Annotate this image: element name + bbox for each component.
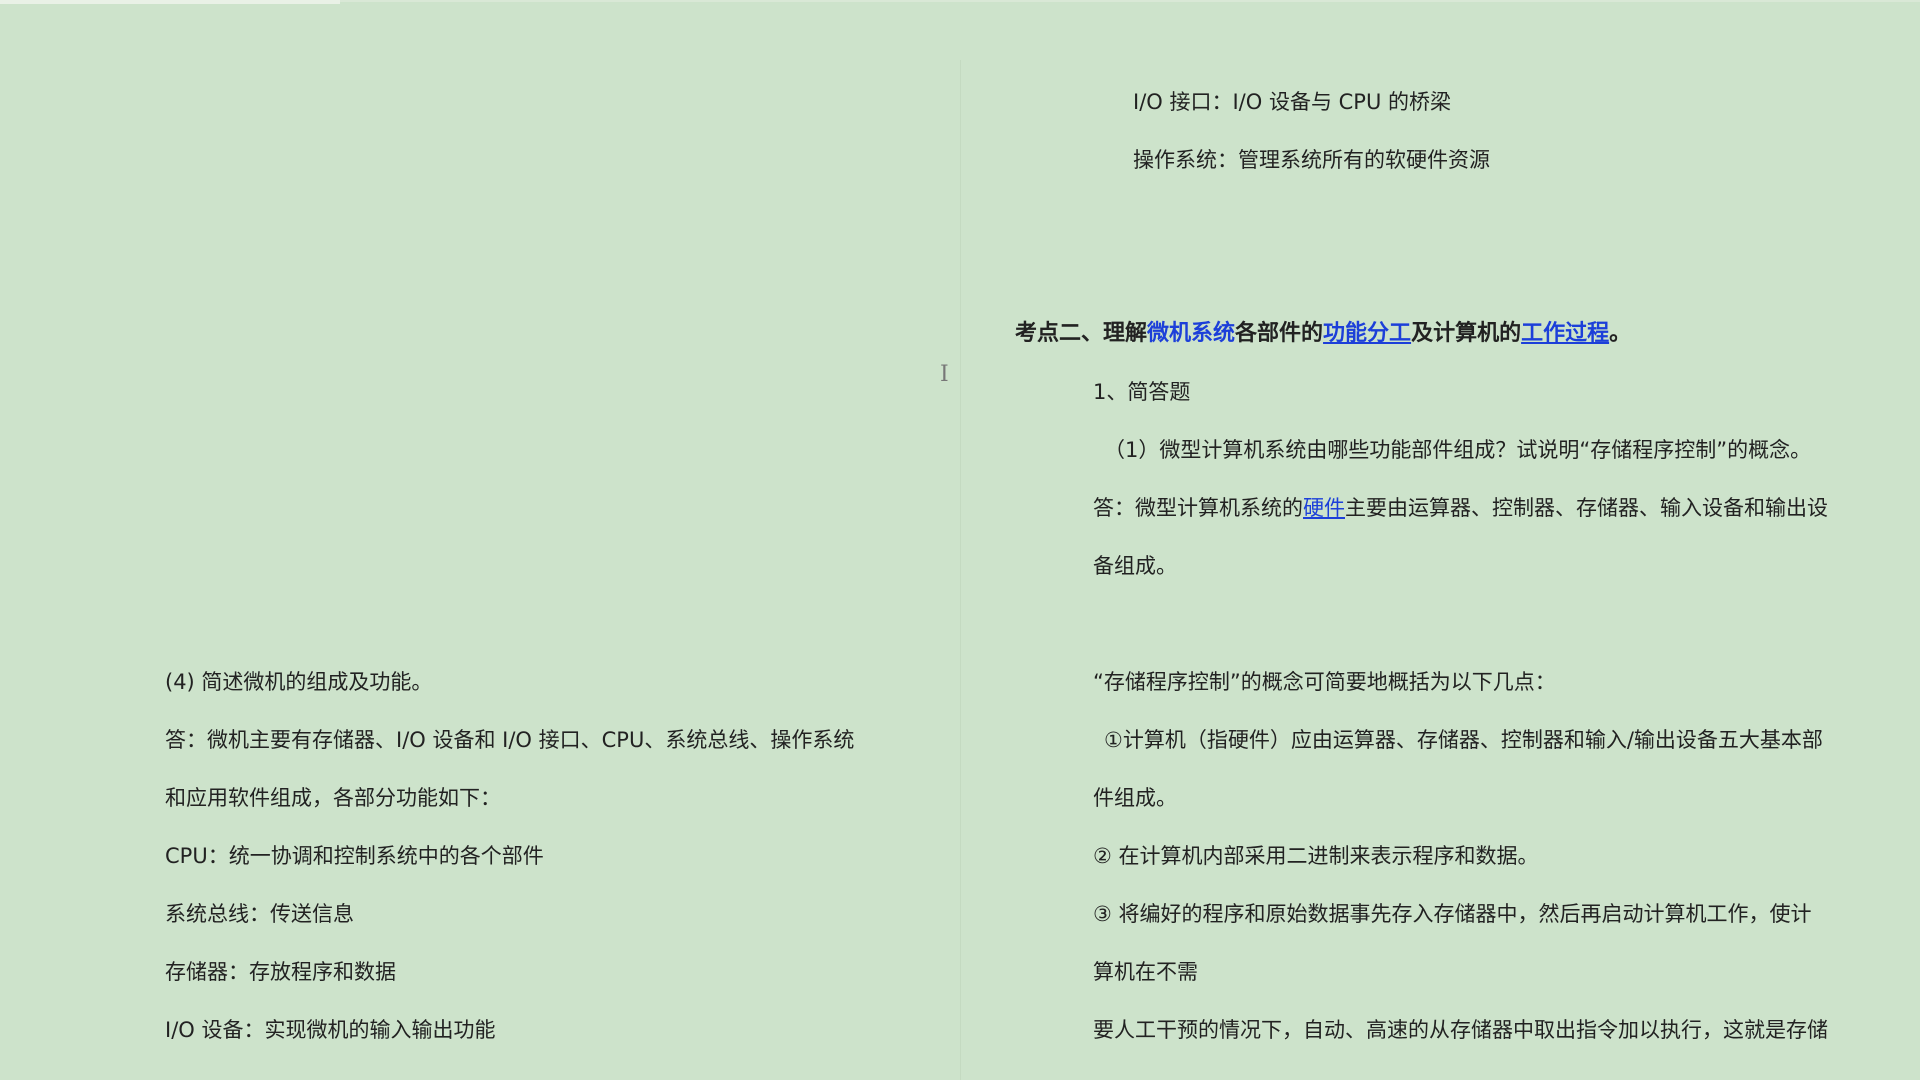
heading-text: 考点二、理解 <box>1015 321 1148 346</box>
top-border-line <box>340 0 1920 2</box>
answer-line-1: 答：微机主要有存储器、I/O 设备和 I/O 接口、CPU、系统总线、操作系统 <box>165 728 855 752</box>
io-interface-function: I/O 接口：I/O 设备与 CPU 的桥梁 <box>1133 90 1451 114</box>
io-device-function: I/O 设备：实现微机的输入输出功能 <box>165 1018 496 1042</box>
answer-1-line-2: 备组成。 <box>1093 554 1177 578</box>
concept-intro: “存储程序控制”的概念可简要地概括为以下几点： <box>1093 670 1556 694</box>
cpu-function: CPU：统一协调和控制系统中的各个部件 <box>165 844 544 868</box>
point-2: ② 在计算机内部采用二进制来表示程序和数据。 <box>1093 844 1539 868</box>
question-1: （1）微型计算机系统由哪些功能部件组成？试说明“存储程序控制”的概念。 <box>1104 438 1812 462</box>
text-cursor-icon: I <box>940 362 949 387</box>
section-heading: 考点二、理解微机系统各部件的功能分工及计算机的工作过程。 <box>1015 319 1631 349</box>
top-highlight-strip <box>0 0 340 4</box>
heading-text: 各部件的 <box>1235 321 1324 346</box>
heading-link-work-process[interactable]: 工作过程 <box>1521 321 1609 346</box>
answer-line-2: 和应用软件组成，各部分功能如下： <box>165 786 501 810</box>
hardware-link[interactable]: 硬件 <box>1303 496 1345 520</box>
point-1-line-1: ①计算机（指硬件）应由运算器、存储器、控制器和输入/输出设备五大基本部 <box>1104 728 1823 752</box>
heading-text: 及计算机的 <box>1411 321 1522 346</box>
bus-function: 系统总线：传送信息 <box>165 902 354 926</box>
answer-text: 答：微型计算机系统的 <box>1093 496 1303 520</box>
section-title: 1、简答题 <box>1093 380 1191 404</box>
page-divider <box>960 60 961 1080</box>
heading-text: 。 <box>1609 321 1632 346</box>
heading-link-micro-system[interactable]: 微机系统 <box>1147 321 1235 346</box>
question-4: (4) 简述微机的组成及功能。 <box>165 670 433 694</box>
point-3-line-1: ③ 将编好的程序和原始数据事先存入存储器中，然后再启动计算机工作，使计 <box>1093 902 1812 926</box>
point-1-line-2: 件组成。 <box>1093 786 1177 810</box>
point-3-line-2: 算机在不需 <box>1093 960 1198 984</box>
os-function: 操作系统：管理系统所有的软硬件资源 <box>1133 148 1490 172</box>
point-3-line-3: 要人工干预的情况下，自动、高速的从存储器中取出指令加以执行，这就是存储 <box>1093 1018 1828 1042</box>
answer-text: 主要由运算器、控制器、存储器、输入设备和输出设 <box>1345 496 1828 520</box>
memory-function: 存储器：存放程序和数据 <box>165 960 396 984</box>
heading-link-function-division[interactable]: 功能分工 <box>1323 321 1411 346</box>
answer-1-line-1: 答：微型计算机系统的硬件主要由运算器、控制器、存储器、输入设备和输出设 <box>1093 493 1828 523</box>
